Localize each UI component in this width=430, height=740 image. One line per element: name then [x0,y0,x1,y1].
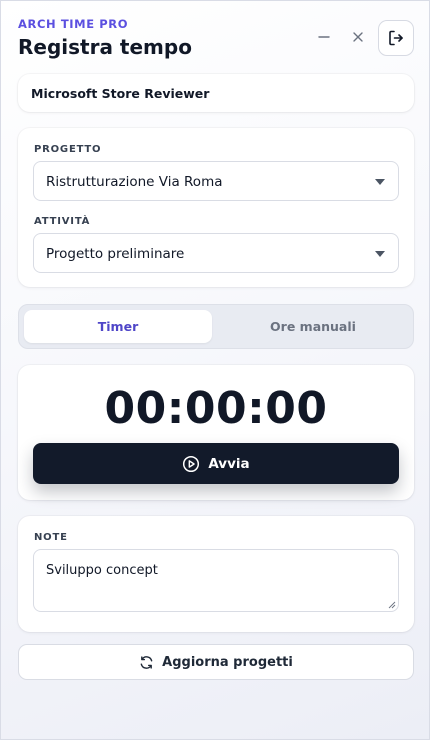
project-activity-card: PROGETTO Ristrutturazione Via Roma ATTIV… [18,128,414,287]
notes-label: NOTE [34,532,68,543]
activity-label: ATTIVITÀ [34,216,91,227]
resize-grip-icon[interactable] [388,601,396,609]
mode-tabs: Timer Ore manuali [18,304,414,349]
refresh-projects-label: Aggiorna progetti [162,654,293,670]
chevron-down-icon [375,251,385,257]
notes-text: Sviluppo concept [46,563,158,578]
close-icon [353,32,363,42]
user-card: Microsoft Store Reviewer [18,74,414,112]
close-button[interactable] [346,25,370,49]
activity-select[interactable]: Progetto preliminare [33,233,399,273]
play-circle-icon [183,455,200,472]
logout-icon [389,30,403,46]
project-label: PROGETTO [34,144,102,155]
project-select-value: Ristrutturazione Via Roma [46,174,223,190]
page-title: Registra tempo [18,35,192,59]
minimize-button[interactable] [312,25,336,49]
refresh-projects-button[interactable]: Aggiorna progetti [18,644,414,680]
notes-textarea[interactable]: Sviluppo concept [33,549,399,612]
app-window: ARCH TIME PRO Registra tempo Microsoft S… [0,0,430,740]
notes-card: NOTE Sviluppo concept [18,516,414,632]
project-select[interactable]: Ristrutturazione Via Roma [33,161,399,201]
start-button-label: Avvia [208,455,250,472]
timer-card: 00:00:00 Avvia [18,365,414,500]
user-name: Microsoft Store Reviewer [31,86,210,101]
header: ARCH TIME PRO Registra tempo [18,15,414,65]
minimize-icon [318,36,330,38]
chevron-down-icon [375,179,385,185]
start-button[interactable]: Avvia [33,443,399,484]
activity-select-value: Progetto preliminare [46,246,185,262]
logout-button[interactable] [378,20,414,56]
tab-timer[interactable]: Timer [24,310,212,343]
timer-display: 00:00:00 [104,383,328,434]
tab-manual-hours[interactable]: Ore manuali [219,310,407,343]
refresh-icon [140,655,153,669]
brand-label: ARCH TIME PRO [18,17,129,31]
